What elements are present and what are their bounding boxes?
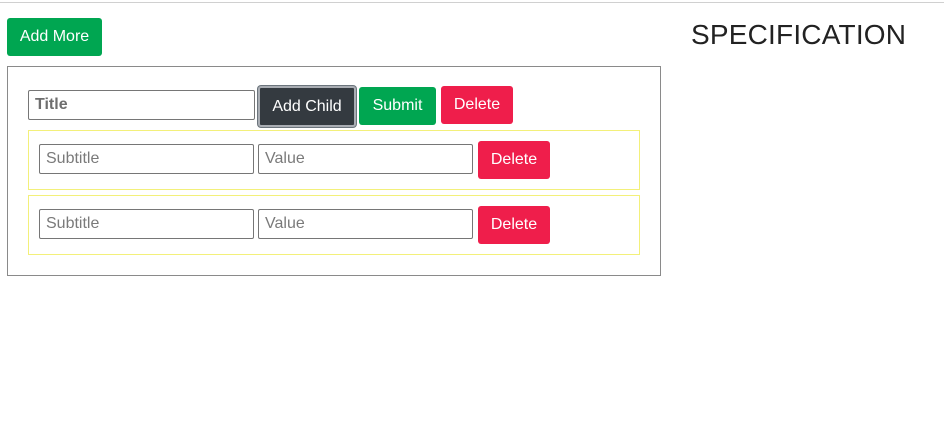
submit-button[interactable]: Submit — [359, 87, 436, 125]
subtitle-input[interactable] — [39, 144, 254, 174]
specification-heading: SPECIFICATION — [691, 19, 907, 50]
child-row: Delete — [28, 130, 640, 190]
top-divider — [0, 2, 944, 3]
title-input[interactable] — [28, 90, 255, 120]
subtitle-input[interactable] — [39, 209, 254, 239]
add-child-button[interactable]: Add Child — [258, 86, 356, 127]
delete-group-button[interactable]: Delete — [441, 86, 513, 124]
specification-group-card: Add Child Submit Delete Delete Delete — [7, 66, 661, 276]
value-input[interactable] — [258, 144, 473, 174]
delete-child-button[interactable]: Delete — [478, 141, 550, 179]
value-input[interactable] — [258, 209, 473, 239]
delete-child-button[interactable]: Delete — [478, 206, 550, 244]
add-more-button[interactable]: Add More — [7, 18, 102, 56]
child-row: Delete — [28, 195, 640, 255]
